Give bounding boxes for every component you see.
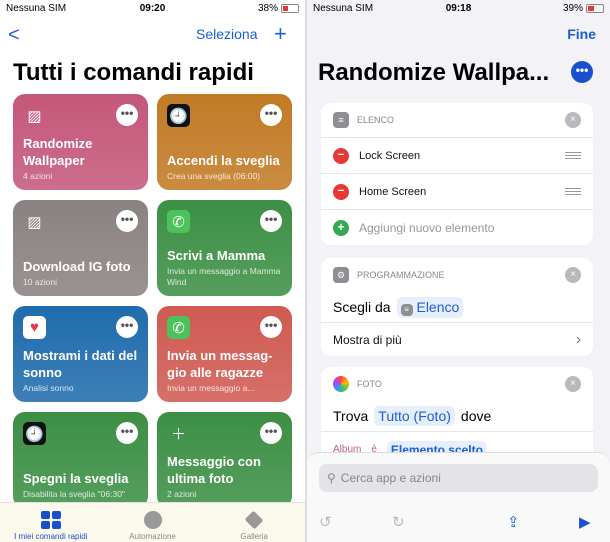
- reorder-handle-icon[interactable]: [565, 152, 581, 159]
- more-options-button[interactable]: •••: [116, 104, 138, 126]
- variable-pill[interactable]: ≡ Elenco: [396, 296, 464, 318]
- shortcut-subtitle: Crea una sveglia (06:00): [167, 171, 261, 181]
- shortcut-subtitle: Disabilita la sveglia "06:30": [23, 489, 125, 499]
- select-button[interactable]: Seleziona: [196, 26, 258, 42]
- gear-icon: ⚙: [333, 267, 349, 283]
- more-options-button[interactable]: •••: [260, 210, 282, 232]
- list-item[interactable]: − Home Screen: [321, 173, 593, 209]
- shortcut-name: Scrivi a Mamma: [167, 248, 266, 263]
- shortcut-name: Spegni la sveglia: [23, 471, 129, 486]
- add-item-button[interactable]: + Aggiungi nuovo elemento: [321, 209, 593, 245]
- shortcut-name: Accendi la sveglia: [167, 153, 280, 168]
- list-icon: ≡: [333, 112, 349, 128]
- share-icon[interactable]: ⇪: [507, 513, 520, 531]
- chevron-right-icon: ›: [576, 331, 581, 348]
- shortcut-subtitle: 10 azioni: [23, 277, 58, 287]
- more-options-button[interactable]: •••: [116, 422, 138, 444]
- tab-automation[interactable]: Automazione: [102, 503, 204, 542]
- delete-item-icon[interactable]: −: [333, 147, 349, 164]
- grid-icon: [40, 511, 61, 529]
- param-pill[interactable]: Tutto (Foto): [374, 406, 455, 426]
- photos-icon: [333, 376, 349, 392]
- run-button[interactable]: ▶: [579, 513, 591, 531]
- delete-item-icon[interactable]: −: [333, 183, 349, 200]
- shortcut-card[interactable]: ▨ ••• Randomize Wallpaper 4 azioni: [13, 94, 148, 190]
- search-icon: ⚲: [327, 471, 336, 485]
- more-options-button[interactable]: •••: [116, 316, 138, 338]
- shortcut-subtitle: Invia un messaggio a Mamma Wind: [167, 266, 281, 287]
- shortcut-editor-screen: Nessuna SIM 09:18 39% Fine Randomize Wal…: [307, 0, 610, 542]
- choose-action-card: ⚙ PROGRAMMAZIONE × Scegli da ≡ Elenco Mostr…: [321, 258, 593, 356]
- tab-bar: I miei comandi rapidi Automazione Galler…: [0, 502, 305, 542]
- shortcut-card[interactable]: ＋ ••• Messaggio con ultima foto 2 azioni: [157, 412, 292, 508]
- tab-gallery[interactable]: Galleria: [203, 503, 305, 542]
- remove-action-button[interactable]: ×: [565, 112, 581, 128]
- shortcut-card[interactable]: 🕘 ••• Spegni la sveglia Disabilita la sv…: [13, 412, 148, 508]
- layers-icon: [244, 510, 264, 530]
- shortcut-name: Download IG foto: [23, 259, 131, 274]
- clock-icon: 🕘: [167, 104, 190, 127]
- redo-icon[interactable]: ↻: [392, 513, 405, 531]
- shortcut-name: Invia un messag-gio alle ragazze: [167, 348, 273, 380]
- shortcut-card[interactable]: ✆ ••• Invia un messag-gio alle ragazze I…: [157, 306, 292, 402]
- reorder-handle-icon[interactable]: [565, 188, 581, 195]
- shortcut-card[interactable]: ♥ ••• Mostrami i dati del sonno Analisi …: [13, 306, 148, 402]
- page-title: Tutti i comandi rapidi: [13, 59, 254, 86]
- clock-icon: 🕘: [23, 422, 46, 445]
- shortcut-title[interactable]: Randomize Wallpa...: [318, 59, 549, 87]
- battery-percent: 38%: [257, 3, 278, 14]
- action-search-sheet: ⚲ Cerca app e azioni ↺ ↻ ⇪ ▶: [307, 452, 610, 542]
- done-button[interactable]: Fine: [567, 26, 596, 42]
- back-button[interactable]: <: [8, 24, 20, 47]
- shortcut-subtitle: Analisi sonno: [23, 383, 74, 393]
- more-options-button[interactable]: •••: [260, 422, 282, 444]
- shortcut-subtitle: 4 azioni: [23, 171, 53, 181]
- list-item[interactable]: − Lock Screen: [321, 137, 593, 173]
- shortcuts-list-screen: Nessuna SIM 09:20 38% < Seleziona + Tutt…: [0, 0, 305, 542]
- remove-action-button[interactable]: ×: [565, 267, 581, 283]
- whatsapp-icon: ✆: [167, 316, 190, 339]
- message-plus-icon: ＋: [170, 426, 186, 443]
- shortcut-subtitle: Invia un messaggio a...: [167, 383, 255, 393]
- battery-icon: [586, 4, 604, 13]
- shortcut-card[interactable]: ✆ ••• Scrivi a Mamma Invia un messaggio …: [157, 200, 292, 296]
- more-options-button[interactable]: •••: [260, 316, 282, 338]
- shortcut-name: Randomize Wallpaper: [23, 136, 93, 168]
- status-bar: Nessuna SIM 09:18 39%: [307, 0, 610, 16]
- undo-icon[interactable]: ↺: [319, 513, 332, 531]
- more-options-button[interactable]: •••: [571, 61, 593, 83]
- shortcut-name: Messaggio con ultima foto: [167, 454, 261, 486]
- heart-icon: ♥: [23, 316, 46, 339]
- remove-action-button[interactable]: ×: [565, 376, 581, 392]
- photo-icon: ▨: [27, 213, 42, 231]
- status-bar: Nessuna SIM 09:20 38%: [0, 0, 305, 16]
- shortcut-card[interactable]: ▨ ••• Download IG foto 10 azioni: [13, 200, 148, 296]
- more-options-button[interactable]: •••: [116, 210, 138, 232]
- shortcut-subtitle: 2 azioni: [167, 489, 197, 499]
- clock-check-icon: [143, 511, 162, 529]
- battery-icon: [281, 4, 299, 13]
- add-icon: +: [333, 219, 349, 236]
- search-input[interactable]: ⚲ Cerca app e azioni: [319, 464, 598, 492]
- whatsapp-icon: ✆: [167, 210, 190, 233]
- list-action-card: ≡ ELENCO × − Lock Screen − Home Screen + Aggi…: [321, 103, 593, 245]
- shortcut-card[interactable]: 🕘 ••• Accendi la sveglia Crea una svegli…: [157, 94, 292, 190]
- more-options-button[interactable]: •••: [260, 104, 282, 126]
- add-shortcut-button[interactable]: +: [274, 21, 287, 47]
- photo-icon: ▨: [27, 107, 42, 125]
- show-more-button[interactable]: Mostra di più ›: [321, 322, 593, 356]
- shortcut-name: Mostrami i dati del sonno: [23, 348, 138, 380]
- tab-my-shortcuts[interactable]: I miei comandi rapidi: [0, 503, 102, 542]
